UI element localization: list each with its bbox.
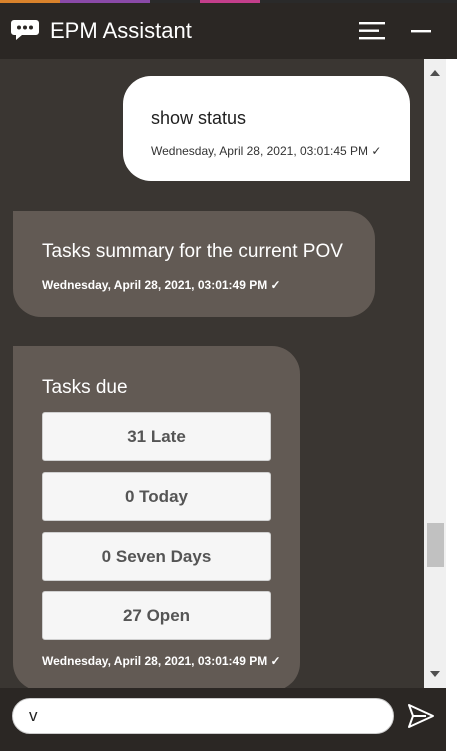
- send-icon[interactable]: [406, 702, 436, 730]
- user-message-text: show status: [151, 108, 247, 128]
- message-input[interactable]: [12, 698, 394, 734]
- bot-message-summary: Tasks summary for the current POV Wednes…: [13, 211, 375, 317]
- task-today-button[interactable]: 0 Today: [42, 472, 271, 521]
- hamburger-menu-icon[interactable]: [356, 19, 388, 43]
- chat-bubble-icon: [11, 20, 39, 40]
- bot-tasks-timestamp: Wednesday, April 28, 2021, 03:01:49 PM ✓: [42, 654, 281, 668]
- assistant-window: EPM Assistant show status Wednesday, Apr…: [0, 0, 457, 751]
- task-seven-days-button[interactable]: 0 Seven Days: [42, 532, 271, 581]
- tasks-due-title: Tasks due: [42, 377, 128, 398]
- task-late-button[interactable]: 31 Late: [42, 412, 271, 461]
- bot-summary-text: Tasks summary for the current POV: [42, 241, 343, 262]
- scrollbar-thumb[interactable]: [427, 523, 444, 567]
- user-message-timestamp: Wednesday, April 28, 2021, 03:01:45 PM ✓: [151, 144, 382, 158]
- conversation-area[interactable]: show status Wednesday, April 28, 2021, 0…: [0, 59, 424, 688]
- window-right-edge: [446, 59, 457, 751]
- minimize-icon[interactable]: [408, 19, 434, 43]
- input-footer: [0, 688, 446, 751]
- user-message-bubble: show status Wednesday, April 28, 2021, 0…: [123, 76, 410, 181]
- task-open-button[interactable]: 27 Open: [42, 591, 271, 640]
- bot-summary-timestamp: Wednesday, April 28, 2021, 03:01:49 PM ✓: [42, 278, 281, 292]
- scroll-up-arrow-icon[interactable]: [424, 59, 446, 87]
- scroll-down-arrow-icon[interactable]: [424, 660, 446, 688]
- header-bar: EPM Assistant: [0, 3, 457, 59]
- vertical-scrollbar[interactable]: [424, 59, 446, 688]
- bot-message-tasks: Tasks due 31 Late 0 Today 0 Seven Days 2…: [13, 346, 300, 688]
- app-title: EPM Assistant: [50, 18, 192, 43]
